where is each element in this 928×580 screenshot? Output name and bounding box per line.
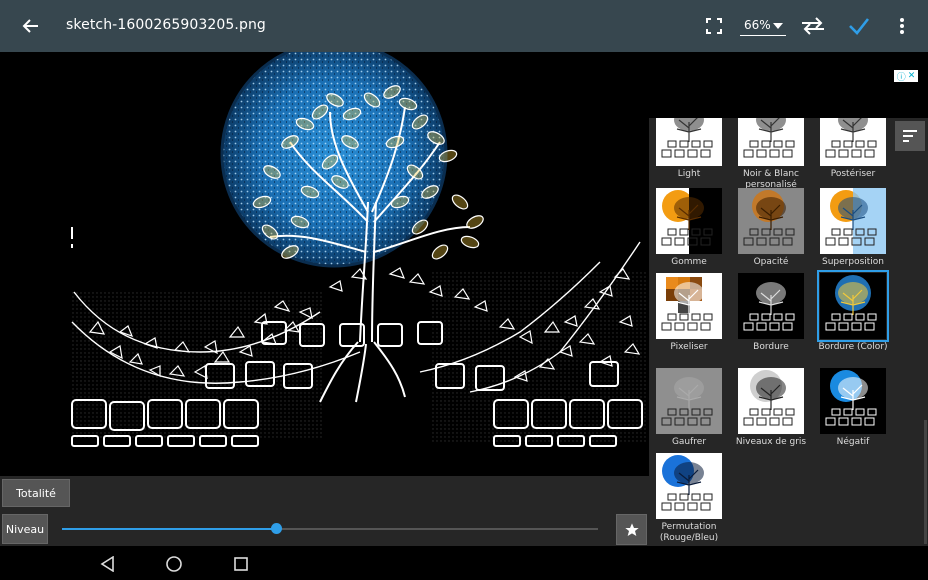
filter-label: Gomme (671, 257, 707, 267)
filter-thumb[interactable]: Superposition (820, 188, 886, 268)
filter-label: Opacité (753, 257, 789, 267)
filter-preview-image (656, 188, 722, 254)
filter-thumb[interactable]: Pixeliser (656, 273, 722, 353)
info-icon: ⓘ (896, 72, 906, 83)
filter-panel: Light Noir & Blanc personalisé Postériser G… (649, 118, 928, 546)
filter-thumb[interactable]: Gomme (656, 188, 722, 268)
nav-recents-icon[interactable] (230, 553, 252, 575)
filter-preview-image (738, 273, 804, 339)
level-slider-fill (62, 528, 276, 530)
adjust-controls (0, 476, 649, 546)
file-name-title: sketch-1600265903205.png (66, 17, 266, 33)
zoom-value: 66% (744, 18, 771, 32)
zoom-dropdown[interactable]: 66% (740, 16, 786, 36)
panel-scrollbar[interactable] (924, 420, 927, 544)
filter-label: Postériser (830, 169, 876, 179)
filter-preview-image (738, 118, 804, 166)
filter-thumb[interactable]: Gaufrer (656, 368, 722, 448)
filter-preview-image (738, 368, 804, 434)
filter-thumb[interactable]: Bordure (Color) (817, 270, 889, 353)
filter-thumb[interactable]: Postériser (820, 118, 886, 180)
filter-thumb[interactable]: Opacité (738, 188, 804, 268)
filter-label: Bordure (Color) (818, 342, 888, 352)
level-slider-thumb[interactable] (271, 523, 282, 534)
filter-thumb[interactable]: Niveaux de gris (736, 368, 806, 448)
chevron-down-icon (773, 23, 783, 29)
check-icon[interactable] (844, 12, 874, 40)
filter-thumb[interactable]: Noir & Blanc personalisé (738, 118, 804, 191)
more-vert-icon[interactable] (890, 12, 914, 40)
filter-label: Superposition (821, 257, 884, 267)
filter-label: Pixeliser (670, 342, 708, 352)
filter-preview-image (656, 453, 722, 519)
filter-label: Light (677, 169, 701, 179)
filter-preview-image (820, 188, 886, 254)
back-arrow-icon[interactable] (16, 12, 44, 40)
fit-screen-icon[interactable] (700, 12, 728, 40)
swap-icon[interactable] (798, 12, 828, 40)
top-app-bar: sketch-1600265903205.png 66% (0, 0, 928, 52)
filter-thumb[interactable]: Bordure (738, 273, 804, 353)
filter-label: Niveaux de gris (735, 437, 807, 447)
ad-choices-badge[interactable]: ⓘ ✕ (894, 70, 918, 83)
filter-preview-image (738, 188, 804, 254)
filter-label: Permutation (Rouge/Bleu) (659, 522, 719, 543)
filter-preview-image (656, 273, 722, 339)
filter-preview-image (656, 368, 722, 434)
favorite-star-button[interactable] (616, 514, 647, 545)
sort-menu-icon[interactable] (895, 121, 925, 151)
filter-preview-image (820, 118, 886, 166)
nav-home-icon[interactable] (163, 553, 185, 575)
nav-back-icon[interactable] (96, 553, 118, 575)
level-label-button[interactable]: Niveau (2, 514, 48, 544)
filter-label: Négatif (836, 437, 870, 447)
filter-preview-image (656, 118, 722, 166)
totality-button[interactable]: Totalité (2, 479, 70, 507)
filter-preview-image (820, 368, 886, 434)
system-nav-bar (0, 546, 928, 580)
filter-thumb[interactable]: Permutation (Rouge/Bleu) (656, 453, 722, 544)
star-icon (624, 522, 639, 536)
filter-label: Gaufrer (671, 437, 707, 447)
close-icon: ✕ (907, 71, 916, 81)
filter-thumb[interactable]: Négatif (820, 368, 886, 448)
filter-label: Bordure (753, 342, 789, 352)
filter-thumb[interactable]: Light (656, 118, 722, 180)
filter-preview-image (817, 270, 889, 342)
